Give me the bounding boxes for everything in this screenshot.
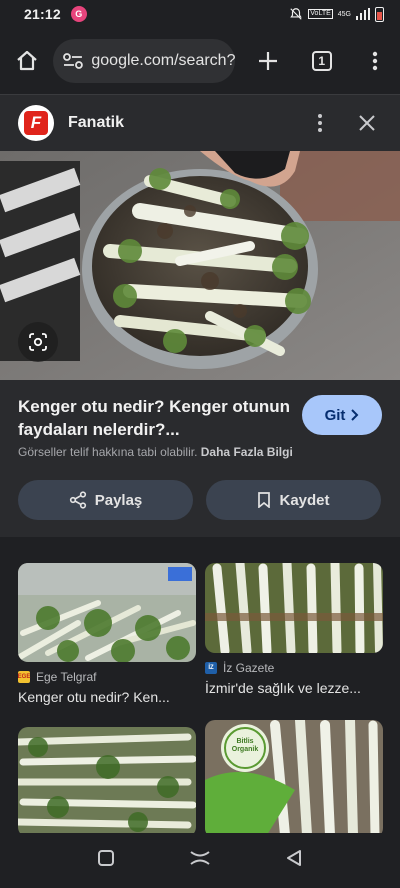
result-card[interactable]: EGE Ege Telgraf Kenger otu nedir? Ken...: [18, 563, 196, 705]
visit-button[interactable]: Git: [302, 395, 382, 435]
bookmark-icon: [258, 492, 271, 508]
related-results-grid: EGE Ege Telgraf Kenger otu nedir? Ken...: [0, 545, 400, 833]
panel-header: F Fanatik: [0, 95, 400, 151]
google-lens-icon: [29, 333, 47, 351]
recents-button[interactable]: [97, 849, 115, 872]
tab-count: 1: [311, 51, 332, 71]
result-card-title: Kenger otu nedir? Ken...: [18, 689, 170, 705]
result-card[interactable]: [18, 727, 196, 833]
close-button[interactable]: [340, 103, 394, 143]
home-button[interactable]: [0, 34, 53, 88]
url-text: google.com/search?: [91, 52, 236, 69]
result-thumbnail: Bitlis Organik: [205, 720, 383, 833]
hero-image[interactable]: [0, 151, 400, 380]
new-tab-button[interactable]: [243, 36, 293, 86]
image-detail-panel: F Fanatik Kenger otu nedir? Kenger otunu…: [0, 94, 400, 537]
bitlis-organik-logo: Bitlis Organik: [231, 738, 259, 753]
chevron-right-icon: [351, 409, 359, 421]
copyright-notice: Görseller telif hakkına tabi olabilir. D…: [18, 445, 293, 459]
site-logo: F: [18, 105, 54, 141]
more-vert-icon: [373, 51, 378, 71]
visit-button-label: Git: [324, 406, 346, 424]
tag-icon: [168, 567, 192, 581]
back-triangle-icon: [287, 850, 301, 866]
result-title[interactable]: Kenger otu nedir? Kenger otunun faydalar…: [18, 395, 290, 441]
iz-gazete-favicon: İZ: [205, 662, 217, 674]
share-label: Paylaş: [94, 491, 143, 509]
lens-button[interactable]: [18, 322, 58, 362]
result-card-title: İzmir'de sağlık ve lezze...: [205, 680, 361, 696]
status-bar: 21:12 G VoLTE 45G: [0, 0, 400, 28]
signal-icon: [356, 8, 370, 20]
home-gesture-icon: [190, 851, 210, 865]
square-icon: [98, 850, 114, 866]
menu-button[interactable]: [351, 36, 400, 86]
copyright-text: Görseller telif hakkına tabi olabilir.: [18, 445, 198, 459]
panel-menu-button[interactable]: [300, 103, 340, 143]
volte-icon: VoLTE: [308, 9, 333, 19]
network-type: 45G: [337, 10, 351, 18]
browser-toolbar: google.com/search? 1: [0, 28, 400, 94]
share-icon: [69, 491, 86, 509]
screen: 21:12 G VoLTE 45G google.com/search? 1 F…: [0, 0, 400, 888]
result-card[interactable]: İZ İz Gazete İzmir'de sağlık ve lezze...: [205, 563, 383, 696]
result-card[interactable]: Bitlis Organik: [205, 720, 383, 833]
notification-icon: G: [70, 6, 87, 22]
home-nav-button[interactable]: [189, 850, 211, 871]
result-source: İZ İz Gazete: [205, 661, 383, 675]
site-name: Fanatik: [68, 114, 125, 131]
result-thumbnail: [18, 563, 196, 662]
close-icon: [359, 115, 375, 131]
back-button[interactable]: [285, 849, 303, 872]
address-bar[interactable]: google.com/search?: [53, 39, 236, 83]
status-time: 21:12: [24, 6, 61, 22]
battery-icon: [375, 6, 384, 22]
share-button[interactable]: Paylaş: [18, 480, 193, 520]
more-vert-icon: [318, 114, 322, 132]
result-source: EGE Ege Telgraf: [18, 670, 196, 684]
plus-icon: [259, 52, 278, 70]
home-icon: [17, 50, 37, 71]
save-label: Kaydet: [279, 491, 330, 509]
tab-switcher-button[interactable]: 1: [297, 36, 347, 86]
save-button[interactable]: Kaydet: [206, 480, 381, 520]
status-icons: VoLTE 45G: [289, 6, 384, 22]
more-info-link[interactable]: Daha Fazla Bilgi: [201, 445, 293, 459]
fanatik-logo-icon: F: [24, 111, 48, 135]
source-name: İz Gazete: [223, 661, 275, 675]
result-thumbnail: [18, 727, 196, 833]
ege-telgraf-favicon: EGE: [18, 671, 30, 683]
system-nav-bar: [0, 833, 400, 888]
site-settings-icon: [63, 53, 84, 69]
source-name: Ege Telgraf: [36, 670, 97, 684]
result-thumbnail: [205, 563, 383, 653]
mute-icon: [290, 8, 303, 20]
kenger-bucket-photo: [0, 151, 400, 380]
